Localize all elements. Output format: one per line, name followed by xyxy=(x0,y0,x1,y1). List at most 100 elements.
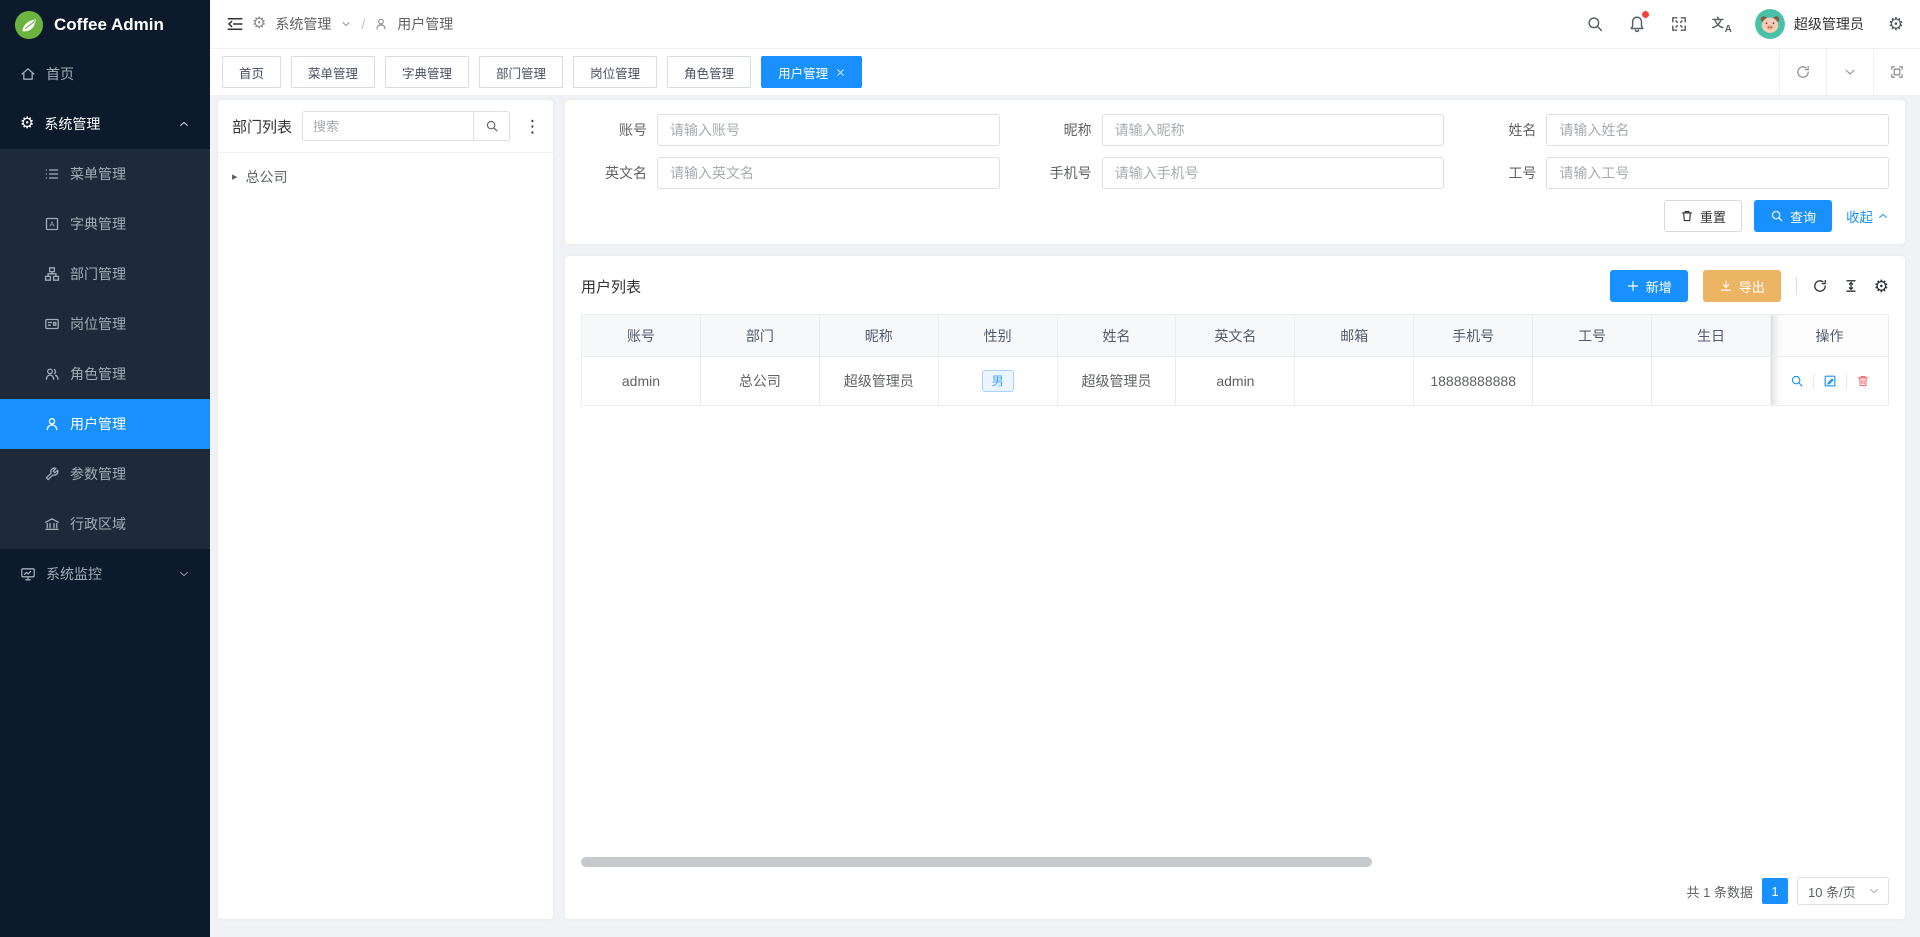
tab-dept-mgmt[interactable]: 部门管理 xyxy=(479,56,563,88)
breadcrumb-separator: / xyxy=(361,16,365,32)
view-user-button[interactable] xyxy=(1781,374,1813,388)
reset-button[interactable]: 重置 xyxy=(1664,200,1742,232)
name-input[interactable] xyxy=(1546,114,1889,146)
sidebar-item-post-mgmt[interactable]: 岗位管理 xyxy=(0,299,210,349)
edit-icon xyxy=(1823,374,1837,388)
filter-row-2: 英文名 手机号 工号 xyxy=(581,157,1889,189)
download-icon xyxy=(1719,279,1733,293)
home-icon xyxy=(20,66,36,82)
column-settings-gear-icon[interactable]: ⚙ xyxy=(1874,278,1889,295)
horizontal-scrollbar-thumb[interactable] xyxy=(581,857,1372,867)
sidebar-item-label: 首页 xyxy=(46,64,74,84)
refresh-icon xyxy=(1812,278,1828,294)
tree-node-root[interactable]: ▸ 总公司 xyxy=(232,163,539,191)
col-birthday: 生日 xyxy=(1652,315,1771,357)
delete-user-button[interactable] xyxy=(1846,374,1879,388)
gender-tag: 男 xyxy=(982,370,1014,393)
add-user-button[interactable]: 新增 xyxy=(1610,270,1688,302)
tab-post-mgmt[interactable]: 岗位管理 xyxy=(573,56,657,88)
search-icon xyxy=(1770,209,1784,223)
row-height-button[interactable] xyxy=(1843,278,1859,294)
department-panel: 部门列表 ⋮ ▸ 总公司 xyxy=(218,100,553,919)
settings-gear-icon[interactable]: ⚙ xyxy=(1888,15,1904,33)
user-menu[interactable]: 超级管理员 xyxy=(1755,9,1864,39)
cell-name: 超级管理员 xyxy=(1057,357,1176,406)
main-area: ⚙ 系统管理 / 用户管理 文A xyxy=(210,0,1920,937)
user-icon xyxy=(374,17,388,31)
col-phone: 手机号 xyxy=(1414,315,1533,357)
field-label: 账号 xyxy=(581,120,647,140)
account-input[interactable] xyxy=(657,114,1000,146)
right-column: 账号 昵称 姓名 英文名 xyxy=(565,100,1905,919)
content-maximize-button[interactable] xyxy=(1873,49,1920,95)
trash-icon xyxy=(1856,374,1870,388)
job-no-input[interactable] xyxy=(1546,157,1889,189)
field-en-name: 英文名 xyxy=(581,157,1000,189)
sidebar-item-user-mgmt[interactable]: 用户管理 xyxy=(0,399,210,449)
dictionary-icon: A xyxy=(44,216,60,232)
table-header-row: 账号 部门 昵称 性别 姓名 英文名 邮箱 手机号 工号 生日 操作 xyxy=(582,315,1889,357)
tab-dropdown-button[interactable] xyxy=(1826,49,1873,95)
row-actions xyxy=(1771,374,1888,388)
tab-home[interactable]: 首页 xyxy=(222,56,281,88)
tab-dict-mgmt[interactable]: 字典管理 xyxy=(385,56,469,88)
phone-input[interactable] xyxy=(1102,157,1445,189)
sidebar-item-label: 系统监控 xyxy=(46,564,102,584)
sidebar-item-dict-mgmt[interactable]: A 字典管理 xyxy=(0,199,210,249)
department-search-button[interactable] xyxy=(473,111,510,141)
table-empty-space xyxy=(581,406,1889,857)
collapse-filter-link[interactable]: 收起 xyxy=(1846,206,1889,226)
department-more-button[interactable]: ⋮ xyxy=(520,118,545,135)
users-icon xyxy=(44,366,60,382)
row-height-icon xyxy=(1843,278,1859,294)
pagination-page-1[interactable]: 1 xyxy=(1762,878,1788,904)
page-size-select[interactable]: 10 条/页 xyxy=(1797,877,1889,905)
chevron-up-icon xyxy=(178,118,190,130)
sidebar-item-system-monitor[interactable]: 系统监控 xyxy=(0,549,210,599)
department-search-input[interactable] xyxy=(302,111,473,141)
breadcrumb: ⚙ 系统管理 / 用户管理 xyxy=(252,14,453,34)
user-table: 账号 部门 昵称 性别 姓名 英文名 邮箱 手机号 工号 生日 操作 xyxy=(581,314,1889,406)
edit-user-button[interactable] xyxy=(1813,374,1846,388)
en-name-input[interactable] xyxy=(657,157,1000,189)
nickname-input[interactable] xyxy=(1102,114,1445,146)
sidebar-item-home[interactable]: 首页 xyxy=(0,49,210,99)
tree-expand-caret-icon[interactable]: ▸ xyxy=(232,172,238,183)
tab-user-mgmt[interactable]: 用户管理 xyxy=(761,56,862,88)
sidebar-item-label: 行政区域 xyxy=(70,514,126,534)
sidebar-item-dept-mgmt[interactable]: 部门管理 xyxy=(0,249,210,299)
breadcrumb-parent[interactable]: 系统管理 xyxy=(275,14,331,34)
chevron-down-icon xyxy=(178,568,190,580)
gear-icon: ⚙ xyxy=(252,16,266,32)
app-logo-row: Coffee Admin xyxy=(0,0,210,49)
sidebar-item-param-mgmt[interactable]: 参数管理 xyxy=(0,449,210,499)
search-icon[interactable] xyxy=(1586,15,1604,33)
cell-account: admin xyxy=(582,357,701,406)
department-panel-header: 部门列表 ⋮ xyxy=(218,100,553,153)
col-gender: 性别 xyxy=(938,315,1057,357)
table-row[interactable]: admin 总公司 超级管理员 男 超级管理员 admin 1888888888… xyxy=(582,357,1889,406)
sidebar-collapse-button[interactable] xyxy=(226,15,244,33)
chevron-down-icon xyxy=(340,18,352,30)
sidebar-item-region-mgmt[interactable]: 行政区域 xyxy=(0,499,210,549)
list-icon xyxy=(44,166,60,182)
tab-role-mgmt[interactable]: 角色管理 xyxy=(667,56,751,88)
tab-refresh-button[interactable] xyxy=(1779,49,1826,95)
trash-icon xyxy=(1680,209,1694,223)
sidebar-item-system-mgmt[interactable]: ⚙ 系统管理 xyxy=(0,99,210,149)
fullscreen-icon[interactable] xyxy=(1670,15,1688,33)
translate-icon[interactable]: 文A xyxy=(1712,15,1731,33)
sidebar-item-role-mgmt[interactable]: 角色管理 xyxy=(0,349,210,399)
sidebar-item-menu-mgmt[interactable]: 菜单管理 xyxy=(0,149,210,199)
chevron-up-icon xyxy=(1877,210,1889,222)
export-button[interactable]: 导出 xyxy=(1703,270,1781,302)
tab-menu-mgmt[interactable]: 菜单管理 xyxy=(291,56,375,88)
filter-actions: 重置 查询 收起 xyxy=(581,200,1889,232)
query-button[interactable]: 查询 xyxy=(1754,200,1832,232)
sidebar-item-label: 岗位管理 xyxy=(70,314,126,334)
notification-bell-icon[interactable] xyxy=(1628,15,1646,33)
content-area: 部门列表 ⋮ ▸ 总公司 xyxy=(210,96,1920,937)
cell-birthday xyxy=(1652,357,1771,406)
table-refresh-button[interactable] xyxy=(1812,278,1828,294)
tab-close-icon[interactable] xyxy=(836,68,845,77)
